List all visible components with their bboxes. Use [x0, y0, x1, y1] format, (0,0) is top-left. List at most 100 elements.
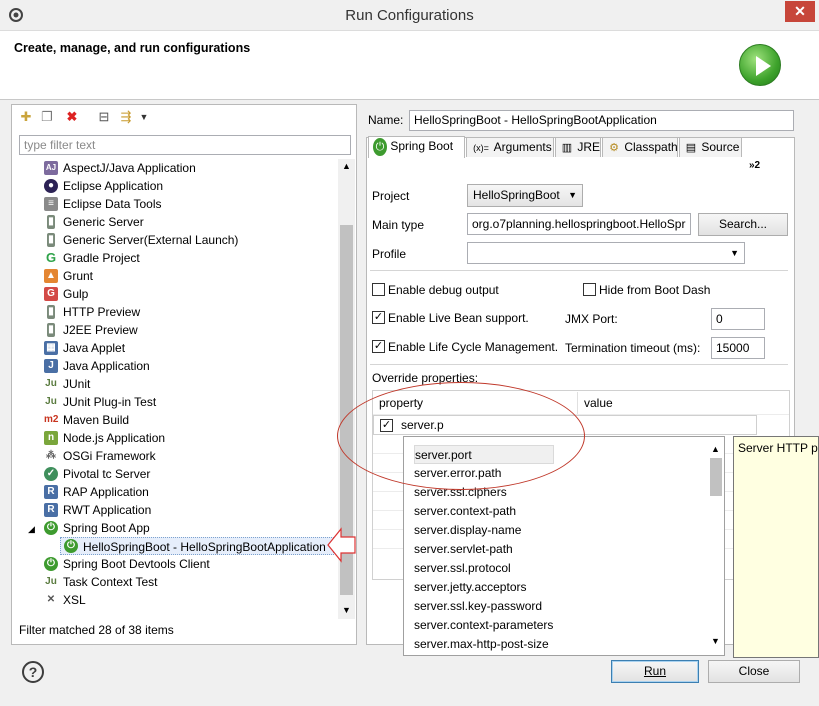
tree-expander[interactable]: ◢ [28, 519, 35, 537]
server-icon: ▮ [47, 323, 55, 337]
profile-label: Profile [372, 247, 407, 261]
chevron-down-icon[interactable]: ▼ [136, 109, 152, 125]
help-icon[interactable]: ? [22, 661, 44, 683]
spring-boot-icon: ⏻ [373, 138, 387, 156]
filter-icon[interactable]: ⇶ [118, 109, 134, 125]
source-icon: ▤ [685, 142, 697, 154]
enable-debug-label: Enable debug output [388, 283, 499, 297]
profile-combo[interactable]: ▼ [467, 242, 745, 264]
spring-boot-icon: ⏻ [64, 539, 78, 553]
server-icon: ▮ [47, 215, 55, 229]
annotation-ellipse [337, 382, 585, 490]
live-bean-label: Enable Live Bean support. [388, 311, 529, 325]
server-icon: ▮ [47, 233, 55, 247]
column-header-value[interactable]: value [578, 392, 789, 414]
configuration-list-panel: ✚ ❐ ✖ ⊟ ⇶ ▼ AJAspectJ/Java Application ●… [11, 104, 357, 645]
hide-boot-dash-checkbox[interactable] [583, 283, 596, 296]
jmx-port-label: JMX Port: [565, 312, 618, 326]
database-icon: ≡ [44, 197, 58, 211]
classpath-icon: ⚙ [609, 142, 619, 154]
project-select[interactable]: HelloSpringBoot ▼ [467, 184, 583, 207]
scroll-down-icon[interactable]: ▼ [342, 605, 351, 615]
live-bean-checkbox[interactable]: ✓ [372, 311, 385, 324]
main-type-label: Main type [372, 218, 425, 232]
popup-scrollbar[interactable]: ▲ ▼ [708, 444, 724, 649]
enable-debug-checkbox[interactable] [372, 283, 385, 296]
applet-icon: ▦ [44, 341, 58, 355]
suggestion-item[interactable]: server.context-parameters [414, 616, 553, 635]
spring-boot-icon: ⏻ [44, 557, 58, 571]
eclipse-icon: ● [44, 179, 58, 193]
termination-timeout-label: Termination timeout (ms): [565, 341, 701, 355]
delete-icon[interactable]: ✖ [64, 109, 80, 125]
suggestion-item[interactable]: server.context-path [414, 502, 516, 521]
collapse-all-icon[interactable]: ⊟ [96, 109, 112, 125]
separator [370, 270, 788, 271]
search-button[interactable]: Search... [698, 213, 788, 236]
collapse-triangle-icon[interactable]: ◢ [28, 524, 35, 534]
gradle-icon: G [45, 250, 57, 265]
java-icon: J [44, 359, 58, 373]
tab-classpath[interactable]: ⚙ Classpath [602, 137, 678, 157]
grunt-icon: ▲ [44, 269, 58, 283]
aspectj-icon: AJ [44, 161, 58, 175]
hide-boot-dash-label: Hide from Boot Dash [599, 283, 711, 297]
suggestion-item[interactable]: server.jetty.acceptors [414, 578, 527, 597]
rap-icon: R [44, 485, 58, 499]
jmx-port-field[interactable]: 0 [711, 308, 765, 330]
junit-plugin-icon: Ju [45, 396, 57, 407]
junit-icon: Ju [45, 378, 57, 389]
name-field[interactable]: HelloSpringBoot - HelloSpringBootApplica… [409, 110, 794, 131]
main-type-field[interactable]: org.o7planning.hellospringboot.HelloSpr [467, 213, 691, 235]
more-tabs-button[interactable]: »2 [749, 160, 760, 171]
close-button[interactable]: Close [708, 660, 800, 683]
filter-input[interactable] [19, 135, 351, 155]
chevron-up-icon[interactable]: ▲ [711, 444, 720, 454]
filter-status: Filter matched 28 of 38 items [19, 623, 174, 637]
header-title: Create, manage, and run configurations [14, 41, 251, 55]
project-label: Project [372, 189, 410, 203]
xsl-icon: ✕ [46, 594, 56, 605]
tab-spring-boot[interactable]: ⏻ Spring Boot [368, 136, 465, 158]
name-label: Name: [368, 113, 404, 127]
new-config-icon[interactable]: ✚ [18, 109, 34, 125]
run-logo-icon [739, 44, 781, 86]
termination-timeout-field[interactable]: 15000 [711, 337, 765, 359]
suggestion-item[interactable]: server.servlet-path [414, 540, 513, 559]
title-bar: Run Configurations ✕ [0, 0, 819, 31]
window-title: Run Configurations [345, 7, 474, 24]
lifecycle-label: Enable Life Cycle Management. [388, 340, 559, 354]
description-tooltip: Server HTTP po [733, 436, 819, 658]
tree-item-selected[interactable]: ⏻ HelloSpringBoot - HelloSpringBootApplic… [60, 537, 334, 555]
gulp-icon: G [44, 287, 58, 301]
pivotal-icon: ✓ [44, 467, 58, 481]
osgi-icon: ⁂ [46, 450, 56, 461]
server-icon: ▮ [47, 305, 55, 319]
spring-boot-icon: ⏻ [44, 521, 58, 535]
configuration-tree: AJ AspectJ/Java Application ● Eclipse Appl… [12, 159, 338, 619]
rwt-icon: R [44, 503, 58, 517]
maven-icon: m2 [44, 414, 59, 425]
popup-scroll-thumb[interactable] [710, 458, 722, 496]
separator [370, 364, 788, 365]
suggestion-item[interactable]: server.ssl.key-password [414, 597, 542, 616]
chevron-down-icon: ▼ [568, 190, 577, 200]
arguments-icon: (x)= [473, 143, 489, 153]
scroll-up-icon[interactable]: ▲ [342, 161, 351, 171]
tab-jre[interactable]: ▥ JRE [555, 137, 601, 157]
duplicate-icon[interactable]: ❐ [39, 109, 55, 125]
nodejs-icon: n [44, 431, 58, 445]
tab-arguments[interactable]: (x)= Arguments [466, 137, 554, 157]
tab-source[interactable]: ▤ Source [679, 137, 742, 157]
junit-icon: Ju [45, 576, 57, 587]
suggestion-item[interactable]: server.ssl.protocol [414, 559, 511, 578]
dialog-header: Create, manage, and run configurations [0, 31, 819, 100]
chevron-down-icon: ▼ [730, 248, 739, 258]
lifecycle-checkbox[interactable]: ✓ [372, 340, 385, 353]
suggestion-item[interactable]: server.display-name [414, 521, 521, 540]
suggestion-item[interactable]: server.max-http-post-size [414, 635, 549, 654]
run-button[interactable]: Run [611, 660, 699, 683]
window-close-button[interactable]: ✕ [785, 1, 815, 22]
chevron-down-icon[interactable]: ▼ [711, 636, 720, 646]
annotation-arrow [327, 527, 356, 563]
